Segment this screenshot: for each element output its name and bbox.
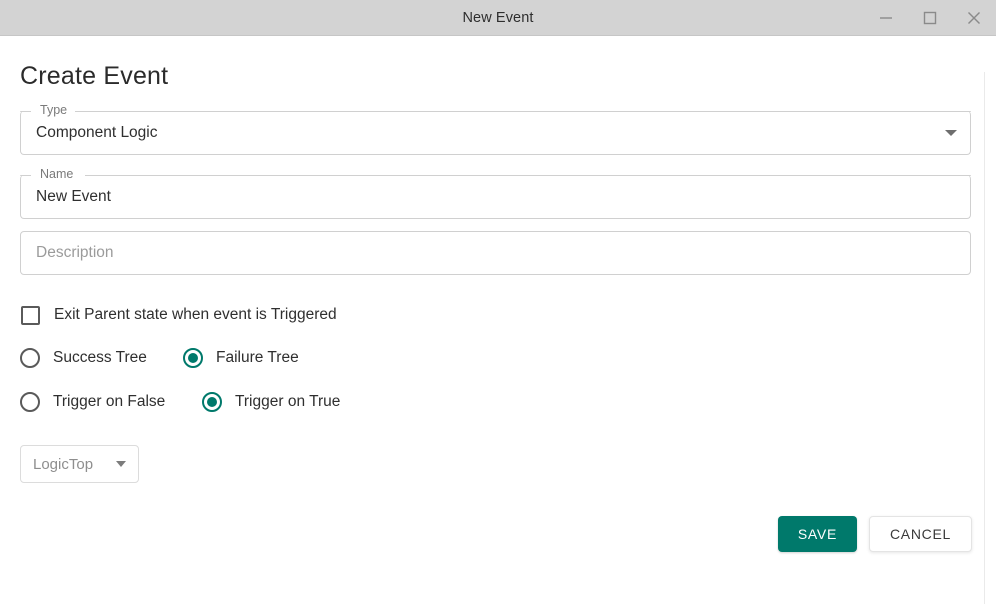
- name-field-outline: [20, 175, 971, 219]
- minimize-icon[interactable]: [864, 0, 908, 36]
- dialog-content: Create Event Type Component Logic Name N…: [0, 36, 996, 604]
- trigger-condition-radio-group: Trigger on False Trigger on True: [20, 389, 972, 415]
- chevron-down-icon[interactable]: [945, 130, 957, 136]
- dialog-actions: SAVE CANCEL: [777, 516, 972, 552]
- radio-trigger-on-true-label: Trigger on True: [235, 393, 341, 410]
- description-placeholder: Description: [36, 244, 114, 261]
- radio-trigger-on-false-label: Trigger on False: [53, 393, 166, 410]
- radio-trigger-on-true-circle[interactable]: [202, 392, 222, 412]
- name-field-notch: [20, 175, 971, 176]
- radio-failure-tree-circle[interactable]: [183, 348, 203, 368]
- window-controls: [864, 0, 996, 36]
- radio-trigger-on-false-circle[interactable]: [20, 392, 40, 412]
- type-select[interactable]: Type Component Logic: [20, 102, 971, 155]
- new-event-window: New Event Create Event Type Component Lo…: [0, 0, 996, 604]
- name-field-value: New Event: [36, 188, 111, 205]
- radio-trigger-on-false[interactable]: Trigger on False: [20, 392, 185, 412]
- type-field-notch: [20, 111, 971, 112]
- radio-trigger-on-true[interactable]: Trigger on True: [202, 392, 340, 412]
- radio-success-tree-label: Success Tree: [53, 349, 147, 366]
- exit-parent-state-label: Exit Parent state when event is Triggere…: [54, 306, 337, 323]
- tree-type-radio-group: Success Tree Failure Tree: [20, 345, 972, 371]
- window-title: New Event: [462, 9, 534, 26]
- radio-success-tree[interactable]: Success Tree: [20, 348, 166, 368]
- logic-top-select[interactable]: LogicTop: [20, 445, 139, 483]
- description-input[interactable]: Description: [20, 231, 971, 275]
- titlebar: New Event: [0, 0, 996, 36]
- type-field-value: Component Logic: [36, 124, 158, 141]
- type-field-outline: [20, 111, 971, 155]
- page-title: Create Event: [20, 62, 169, 90]
- maximize-icon[interactable]: [908, 0, 952, 36]
- exit-parent-state-checkbox-row[interactable]: Exit Parent state when event is Triggere…: [20, 303, 972, 327]
- radio-failure-tree-label: Failure Tree: [216, 349, 299, 366]
- save-button[interactable]: SAVE: [777, 516, 857, 552]
- caret-down-icon[interactable]: [116, 461, 126, 467]
- description-field-outline: [20, 231, 971, 275]
- close-icon[interactable]: [952, 0, 996, 36]
- exit-parent-state-checkbox[interactable]: [21, 305, 40, 325]
- radio-failure-tree[interactable]: Failure Tree: [183, 348, 299, 368]
- right-rail-divider: [984, 72, 996, 604]
- cancel-button[interactable]: CANCEL: [869, 516, 972, 552]
- name-input[interactable]: Name New Event: [20, 166, 971, 219]
- logic-top-select-value: LogicTop: [33, 455, 94, 473]
- radio-success-tree-circle[interactable]: [20, 348, 40, 368]
